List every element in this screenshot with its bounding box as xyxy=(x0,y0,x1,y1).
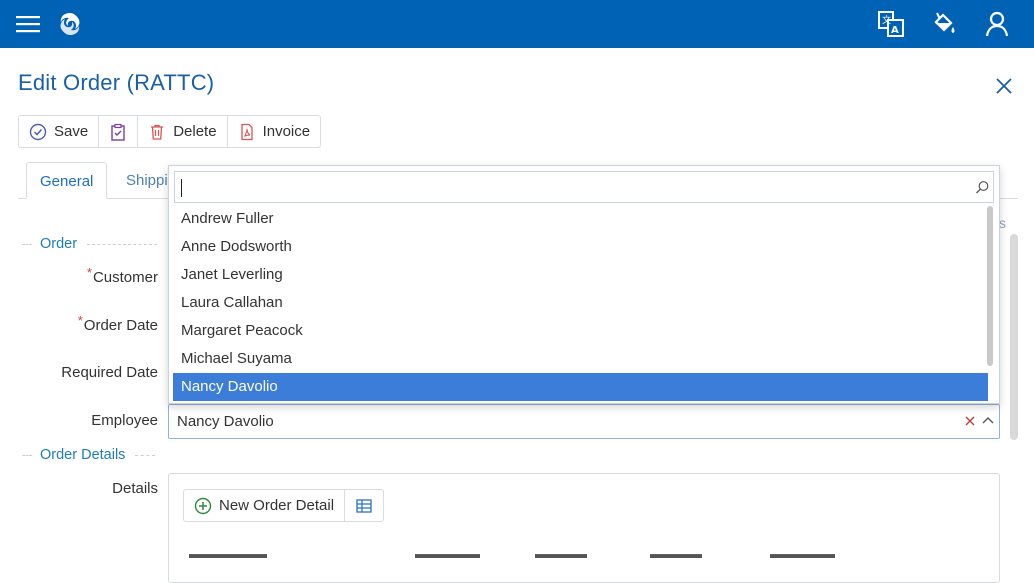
dropdown-option[interactable]: Michael Suyama xyxy=(173,345,988,373)
section-order-title: Order xyxy=(40,236,78,252)
add-circle-icon xyxy=(194,497,212,514)
page-scrollbar[interactable] xyxy=(1010,234,1018,440)
details-label: Details xyxy=(112,480,158,497)
delete-button-label: Delete xyxy=(173,123,217,140)
required-date-label: Required Date xyxy=(61,364,158,381)
employee-label: Employee xyxy=(91,412,158,429)
clipboard-check-icon xyxy=(111,123,125,141)
column-picker-button[interactable] xyxy=(345,490,383,521)
required-marker: * xyxy=(77,313,83,328)
grid-column-header-cutoff: ▬▬▬▬ xyxy=(650,546,702,558)
section-divider xyxy=(22,454,32,456)
clear-selection-icon[interactable] xyxy=(963,414,977,428)
order-date-label: *Order Date xyxy=(18,313,158,334)
tab-shipping[interactable]: Shipping xyxy=(113,162,173,199)
dropdown-scrollbar[interactable] xyxy=(987,206,993,366)
chevron-up-icon[interactable] xyxy=(980,413,996,429)
grid-column-headers: ▬▬▬▬▬▬ ▬▬▬▬▬ ▬▬▬▬ ▬▬▬▬ ▬▬▬▬▬ xyxy=(187,544,987,558)
top-app-bar: 文 A xyxy=(0,0,1034,48)
customer-label: *Customer xyxy=(18,265,158,286)
section-order-details: Order Details xyxy=(22,445,182,465)
section-order-details-title: Order Details xyxy=(40,447,126,463)
grid-column-header-cutoff: ▬▬▬▬▬ xyxy=(415,546,480,558)
save-button[interactable]: Save xyxy=(19,116,100,147)
employee-select-value: Nancy Davolio xyxy=(177,413,274,430)
partial-tab-label: s xyxy=(999,215,1006,231)
section-divider xyxy=(87,243,158,245)
trash-icon xyxy=(151,124,164,140)
user-profile-icon[interactable] xyxy=(983,10,1011,38)
order-date-label-text: Order Date xyxy=(83,317,158,334)
serenity-logo-icon[interactable] xyxy=(56,10,84,38)
close-icon[interactable] xyxy=(992,74,1016,98)
table-columns-icon xyxy=(356,498,372,513)
pdf-file-icon xyxy=(240,123,253,140)
check-circle-icon xyxy=(29,123,47,140)
section-divider xyxy=(135,454,156,456)
new-order-detail-button[interactable]: New Order Detail xyxy=(184,490,346,521)
grid-column-header-cutoff: ▬▬▬▬ xyxy=(535,546,587,558)
translate-icon[interactable]: 文 A xyxy=(877,10,905,38)
theme-paint-bucket-icon[interactable] xyxy=(930,10,958,38)
dropdown-options: Andrew Fuller Anne Dodsworth Janet Lever… xyxy=(173,205,988,401)
dropdown-option[interactable]: Anne Dodsworth xyxy=(173,233,988,261)
svg-text:文: 文 xyxy=(882,14,891,26)
invoice-button-label: Invoice xyxy=(262,123,311,140)
page-title: Edit Order (RATTC) xyxy=(18,70,215,95)
dropdown-option[interactable]: Andrew Fuller xyxy=(173,205,988,233)
apply-changes-button[interactable] xyxy=(99,116,139,147)
tab-general[interactable]: General xyxy=(26,162,108,199)
svg-text:A: A xyxy=(891,25,899,36)
details-toolbar: New Order Detail xyxy=(183,489,385,522)
employee-dropdown: Andrew Fuller Anne Dodsworth Janet Lever… xyxy=(168,165,1000,404)
customer-label-text: Customer xyxy=(92,269,158,286)
search-icon xyxy=(976,181,989,194)
grid-column-header-cutoff: ▬▬▬▬▬▬ xyxy=(189,546,267,558)
dropdown-option-selected[interactable]: Nancy Davolio xyxy=(173,373,988,401)
form-toolbar: Save Delete Invoice xyxy=(18,115,322,148)
save-button-label: Save xyxy=(54,123,89,140)
section-order: Order xyxy=(22,234,172,254)
section-divider xyxy=(22,243,32,245)
grid-column-header-cutoff: ▬▬▬▬▬ xyxy=(770,546,835,558)
order-details-grid: New Order Detail ▬▬▬▬▬▬ ▬▬▬▬▬ ▬▬▬▬ ▬▬▬▬ … xyxy=(168,473,1000,583)
delete-button[interactable]: Delete xyxy=(138,116,228,147)
hamburger-menu-icon[interactable] xyxy=(16,12,40,36)
required-marker: * xyxy=(86,265,92,280)
dropdown-option[interactable]: Margaret Peacock xyxy=(173,317,988,345)
dropdown-search-input[interactable] xyxy=(174,171,994,203)
invoice-button[interactable]: Invoice xyxy=(228,116,321,147)
new-order-detail-label: New Order Detail xyxy=(219,497,335,514)
dropdown-option[interactable]: Laura Callahan xyxy=(173,289,988,317)
dropdown-option[interactable]: Janet Leverling xyxy=(173,261,988,289)
text-cursor xyxy=(181,179,182,197)
employee-select[interactable]: Nancy Davolio xyxy=(168,404,1000,439)
